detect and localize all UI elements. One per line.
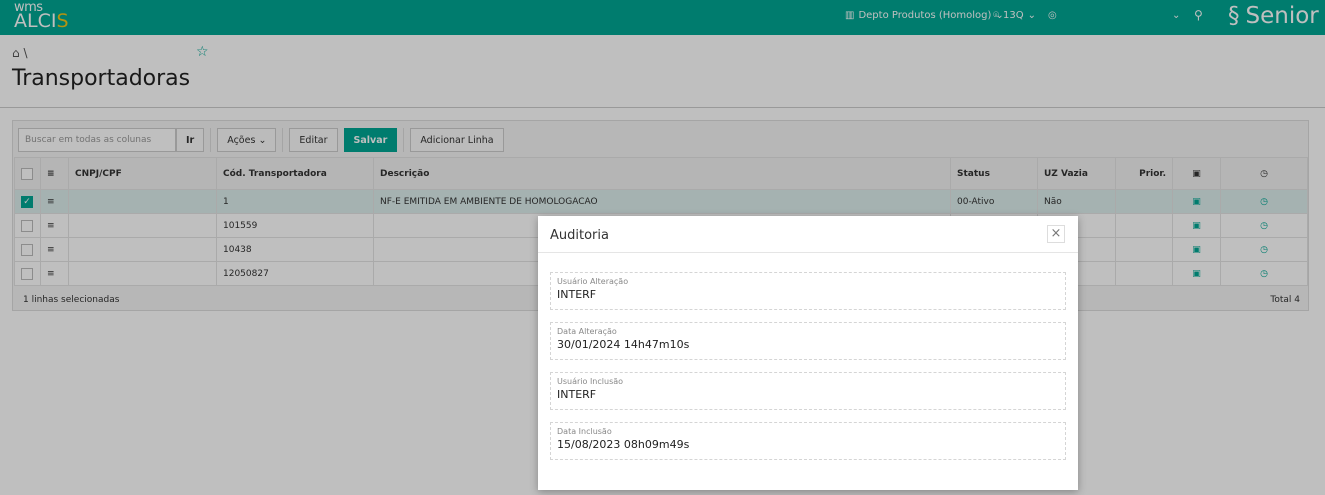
audit-dialog: Auditoria × Usuário Alteração INTERF Data… xyxy=(538,216,1078,490)
field-value: 30/01/2024 14h47m10s xyxy=(557,338,690,351)
field-value: 15/08/2023 08h09m49s xyxy=(557,438,690,451)
field-data-alteracao: Data Alteração 30/01/2024 14h47m10s xyxy=(550,322,1066,360)
field-label: Data Inclusão xyxy=(557,427,612,436)
field-label: Usuário Alteração xyxy=(557,277,629,286)
field-label: Usuário Inclusão xyxy=(557,377,624,386)
close-icon[interactable]: × xyxy=(1047,225,1065,243)
field-usuario-alteracao: Usuário Alteração INTERF xyxy=(550,272,1066,310)
field-usuario-inclusao: Usuário Inclusão INTERF xyxy=(550,372,1066,410)
dialog-header: Auditoria × xyxy=(538,216,1078,253)
field-data-inclusao: Data Inclusão 15/08/2023 08h09m49s xyxy=(550,422,1066,460)
field-value: INTERF xyxy=(557,288,597,301)
dialog-title: Auditoria xyxy=(550,228,609,243)
field-value: INTERF xyxy=(557,388,597,401)
field-label: Data Alteração xyxy=(557,327,617,336)
